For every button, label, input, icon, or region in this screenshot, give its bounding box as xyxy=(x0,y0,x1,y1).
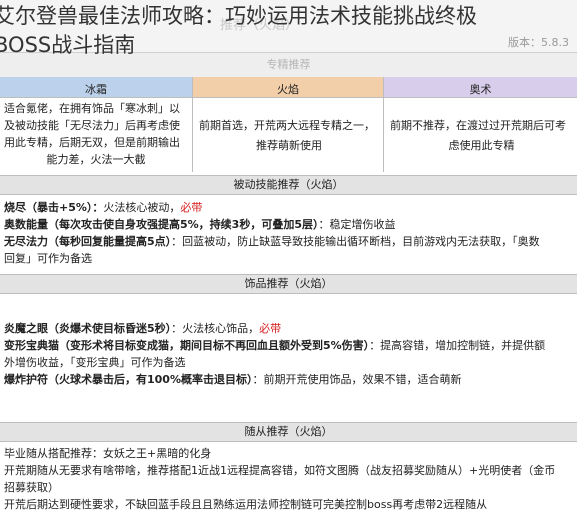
spec-cell-fire: 前期首选，开荒两大远程专精之一， 推荐萌新使用 xyxy=(193,98,384,172)
spec-cell-arcane: 前期不推荐，在渡过过开荒期后可考 虑使用此专精 xyxy=(384,98,577,172)
spec-fire-line: 推荐萌新使用 xyxy=(256,139,322,152)
follower-line: 招募获取） xyxy=(4,481,59,494)
passive-section-heading: 被动技能推荐（火焰） xyxy=(0,175,577,195)
trinket-line: 爆炸护符（火球术暴击后，有100%概率击退目标）：前期开荒使用饰品，效果不错，适… xyxy=(4,373,462,386)
page-title: 艾尔登兽最佳法师攻略：巧妙运用法术技能挑战终极 BOSS战斗指南 xyxy=(0,2,577,60)
passive-section-body: 烧尽（暴击+5%）：火法核心被动，必带 奥数能量（每次攻击使自身攻强提高5%，持… xyxy=(0,197,577,272)
page-title-line-1: 艾尔登兽最佳法师攻略：巧妙运用法术技能挑战终极 xyxy=(0,4,477,28)
spec-frost-line: 能力差，火法一大截 xyxy=(46,153,146,166)
trinket-line: 变形宝典猫（变形术将目标变成猫，期间目标不再回血且额外受到5%伤害）：提高容错，… xyxy=(4,339,546,352)
trinket-line: 外增伤收益，「变形宝典」可作为备选 xyxy=(4,356,186,369)
spec-arcane-line: 虑使用此专精 xyxy=(448,139,515,152)
page-title-line-2: BOSS战斗指南 xyxy=(0,33,136,57)
follower-line: 毕业随从搭配推荐：女妖之王+黑暗的化身 xyxy=(4,447,212,460)
follower-line: 开荒期随从无要求有啥带啥，推荐搭配1近战1远程提高容错，如符文图腾（战友招募奖励… xyxy=(4,464,556,477)
column-header-frost: 冰霜 xyxy=(0,77,193,98)
passive-line: 烧尽（暴击+5%）：火法核心被动，必带 xyxy=(4,201,203,214)
spec-cell-frost: 适合氪佬，在拥有饰品「寒冰刺」以 及被动技能「无尽法力」后再考虑使 用此专精，后… xyxy=(0,98,193,172)
column-header-arcane: 奥术 xyxy=(384,77,577,98)
follower-section-heading: 随从推荐（火焰） xyxy=(0,422,577,442)
spec-arcane-line: 前期不推荐，在渡过过开荒期后可考 xyxy=(390,119,566,132)
spec-frost-line: 及被动技能「无尽法力」后再考虑使 xyxy=(4,119,180,132)
trinket-line: 炎魔之眼（炎爆术使目标昏迷5秒）：火法核心饰品，必带 xyxy=(4,322,282,335)
follower-line: 开荒后期达到硬性要求，不缺回蓝手段且且熟练运用法师控制链可完美控制boss再考虑… xyxy=(4,498,488,511)
passive-line: 无尽法力（每秒回复能量提高5点）：回蓝被动，防止缺蓝导致技能输出循环断档，目前游… xyxy=(4,235,540,248)
trinket-section-heading: 饰品推荐（火焰） xyxy=(0,274,577,294)
follower-section-body: 毕业随从搭配推荐：女妖之王+黑暗的化身 开荒期随从无要求有啥带啥，推荐搭配1近战… xyxy=(0,443,577,521)
spec-frost-line: 用此专精，后期无双，但是前期输出 xyxy=(4,136,180,149)
passive-line: 回复」可作为备选 xyxy=(4,252,92,265)
passive-line: 奥数能量（每次攻击使自身攻强提高5%，持续3秒，可叠加5层）：稳定增伤收益 xyxy=(4,218,396,231)
spec-fire-line: 前期首选，开荒两大远程专精之一， xyxy=(199,119,375,132)
trinket-section-body: 炎魔之眼（炎爆术使目标昏迷5秒）：火法核心饰品，必带 变形宝典猫（变形术将目标变… xyxy=(0,318,577,398)
column-header-fire: 火焰 xyxy=(193,77,384,98)
spec-frost-line: 适合氪佬，在拥有饰品「寒冰刺」以 xyxy=(4,102,180,115)
